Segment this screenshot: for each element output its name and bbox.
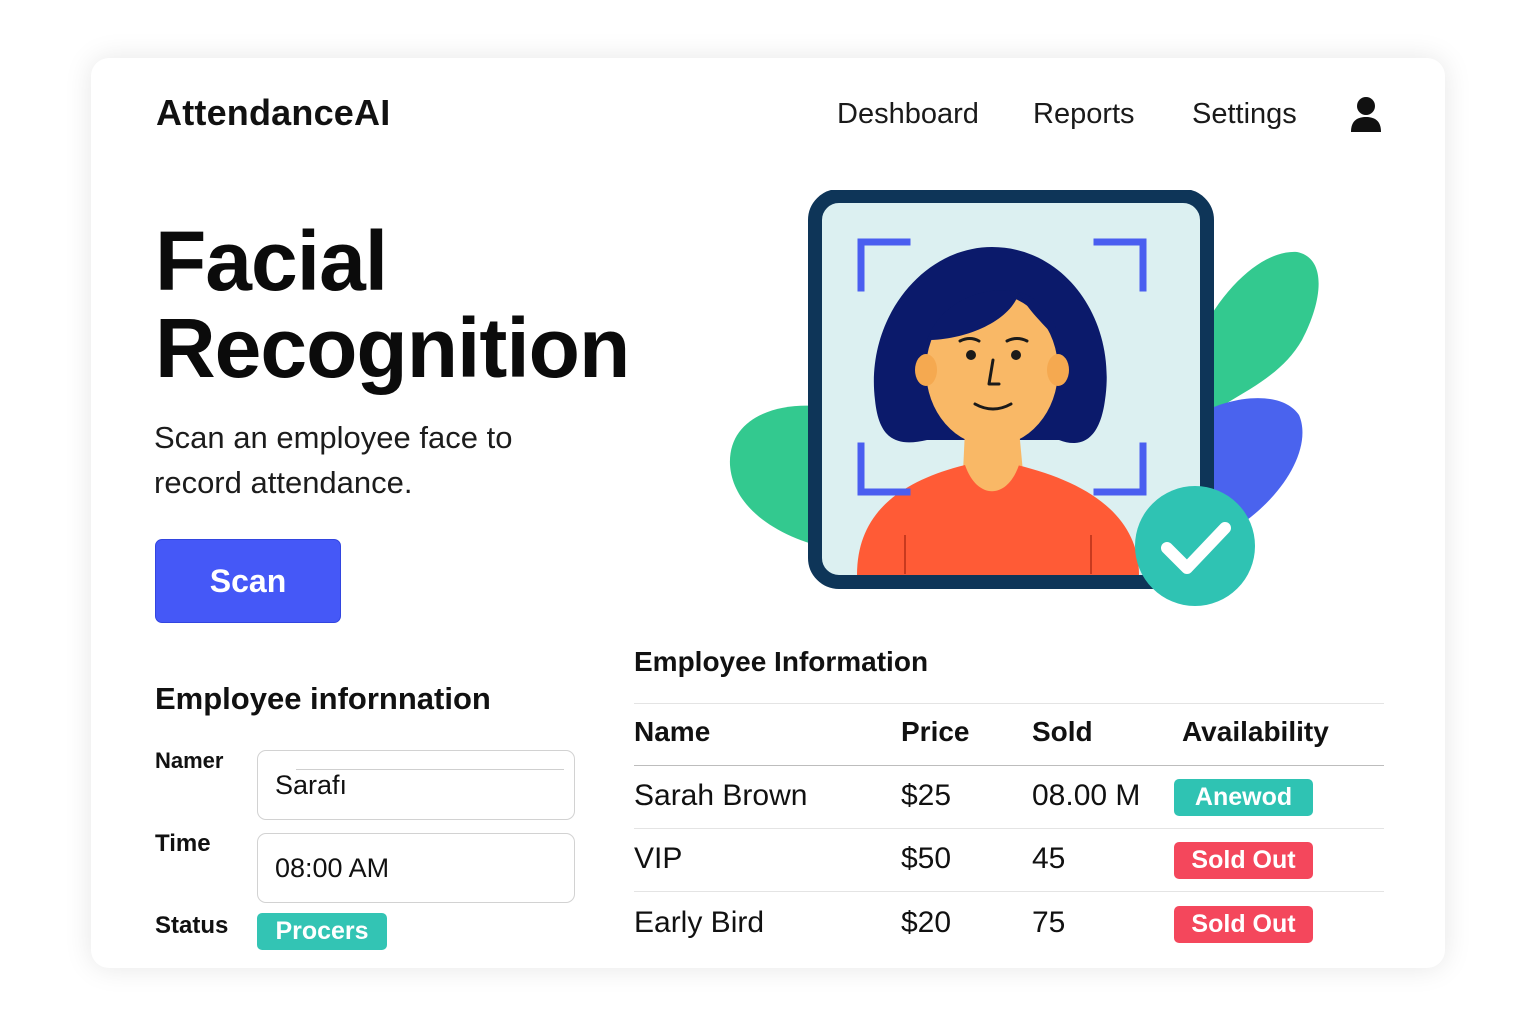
face-scan-illustration <box>729 190 1319 606</box>
status-badge: Procers <box>257 913 387 950</box>
table-cell-sold: 08.00 M <box>1032 779 1141 812</box>
column-header-name: Name <box>634 716 711 747</box>
check-circle-icon <box>1135 486 1255 606</box>
column-header-availability: Availability <box>1182 716 1329 747</box>
column-header-sold: Sold <box>1032 716 1093 747</box>
column-header-price: Price <box>901 716 970 747</box>
time-field[interactable]: 08:00 AM <box>257 833 575 903</box>
availability-badge: Sold Out <box>1174 842 1313 879</box>
scan-button[interactable]: Scan <box>155 539 341 623</box>
name-field[interactable]: Sarafı <box>257 750 575 820</box>
table-cell-price: $25 <box>901 779 952 812</box>
user-icon[interactable] <box>1349 96 1383 134</box>
name-label: Namer <box>155 748 224 773</box>
table-header-divider <box>634 765 1384 766</box>
nav-dashboard[interactable]: Deshboard <box>837 98 979 131</box>
page-title: Facial Recognition <box>155 214 630 395</box>
status-label: Status <box>155 912 229 939</box>
app-card: AttendanceAI Deshboard Reports Settings … <box>91 58 1445 968</box>
table-cell-sold: 75 <box>1032 906 1066 939</box>
page-subtitle: Scan an employee face to record attendan… <box>154 420 513 500</box>
table-cell-name: Sarah Brown <box>634 779 808 812</box>
table-title: Employee Information <box>634 646 929 677</box>
row-divider <box>634 828 1384 829</box>
brand-logo[interactable]: AttendanceAI <box>156 92 390 134</box>
form-title: Employee infornnation <box>155 681 491 716</box>
table-cell-price: $20 <box>901 906 952 939</box>
time-label: Time <box>155 830 211 857</box>
nav-settings[interactable]: Settings <box>1192 98 1297 131</box>
page-title-line-1: Facial <box>155 214 388 308</box>
availability-badge: Anewod <box>1174 779 1313 816</box>
row-divider <box>634 891 1384 892</box>
availability-badge: Sold Out <box>1174 906 1313 943</box>
page-title-line-2: Recognition <box>155 301 630 395</box>
table-cell-name: VIP <box>634 842 683 875</box>
nav-reports[interactable]: Reports <box>1033 98 1135 131</box>
green-leaf-right <box>1197 251 1319 415</box>
table-cell-sold: 45 <box>1032 842 1066 875</box>
table-cell-name: Early Bird <box>634 906 765 939</box>
table-cell-price: $50 <box>901 842 952 875</box>
table-top-divider <box>634 703 1384 704</box>
